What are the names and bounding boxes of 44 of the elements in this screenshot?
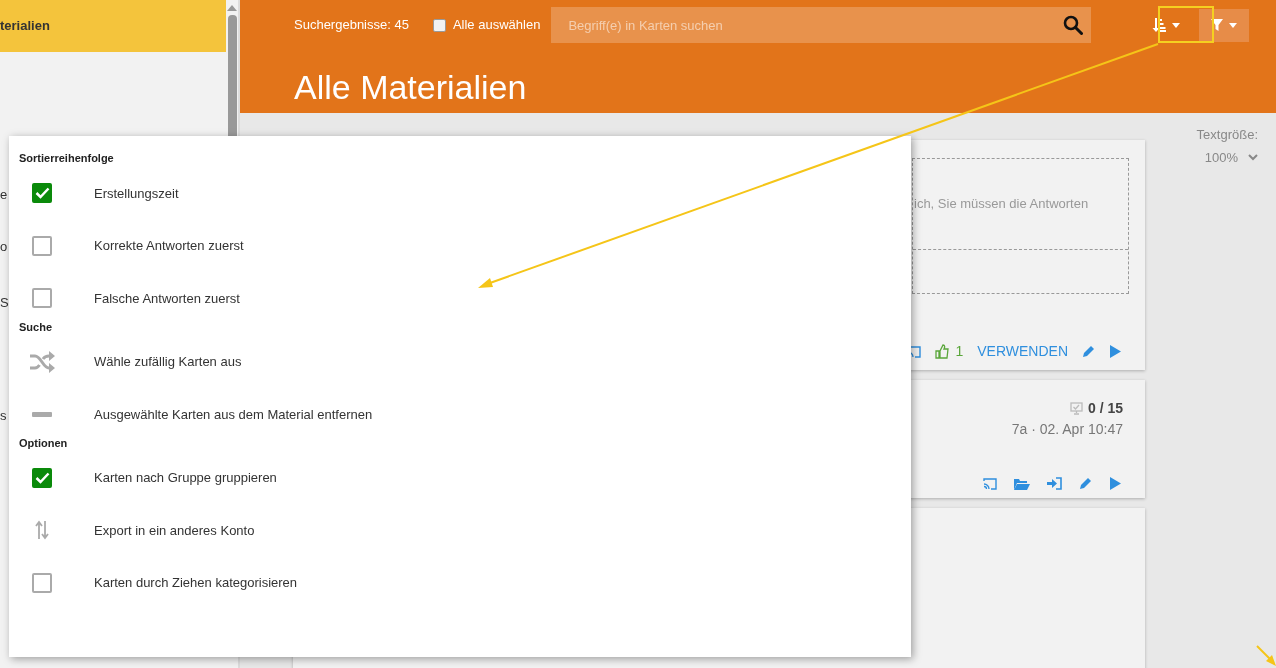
caret-icon — [1229, 22, 1238, 28]
card-meta: 7a · 02. Apr 10:47 — [1011, 420, 1123, 439]
text-size-label: Textgröße: — [1196, 126, 1258, 144]
pencil-icon[interactable] — [1079, 477, 1092, 490]
sidebar-item[interactable]: terialien — [0, 0, 226, 52]
play-icon[interactable] — [1109, 345, 1121, 358]
card-text: ich, Sie müssen die Antworten — [914, 195, 1089, 214]
annotation-arrow — [1256, 645, 1276, 666]
checkbox[interactable] — [32, 183, 52, 204]
chevron-down-icon — [1248, 153, 1258, 161]
menu-section-title: Suche — [18, 319, 53, 335]
checkbox[interactable] — [32, 467, 52, 488]
menu-item[interactable]: Export in ein anderes Konto — [9, 504, 911, 557]
menu-item[interactable]: Korrekte Antworten zuerst — [9, 219, 911, 272]
checkbox[interactable] — [32, 288, 52, 309]
cast-icon[interactable] — [983, 477, 997, 490]
screen-check-icon — [1069, 402, 1083, 415]
checkbox[interactable] — [32, 235, 52, 256]
menu-item[interactable]: Erstellungszeit — [9, 167, 911, 220]
page-title: Alle Materialien — [294, 67, 528, 108]
score-text: 0 / 15 — [1087, 399, 1123, 418]
thumbs-up-icon[interactable] — [935, 344, 950, 359]
search-icon[interactable] — [1063, 15, 1084, 35]
play-icon[interactable] — [1109, 477, 1121, 490]
menu-item[interactable]: Wähle zufällig Karten aus — [9, 335, 911, 388]
up-down-arrows-icon — [35, 520, 49, 541]
menu-section-title: Optionen — [18, 435, 69, 451]
filter-icon — [1211, 19, 1224, 31]
filter-button[interactable] — [1199, 8, 1250, 42]
menu-item[interactable]: Karten durch Ziehen kategorisieren — [9, 556, 911, 609]
pencil-icon[interactable] — [1082, 345, 1095, 358]
menu-section-title: Sortierreihenfolge — [18, 151, 115, 167]
minus-icon — [32, 411, 52, 417]
sort-icon — [1152, 18, 1167, 32]
sign-in-icon[interactable] — [1047, 477, 1062, 490]
scroll-up-icon[interactable] — [227, 4, 237, 11]
checkbox[interactable] — [32, 572, 52, 593]
like-count: 1 — [955, 342, 964, 361]
menu-item[interactable]: Karten nach Gruppe gruppieren — [9, 451, 911, 504]
caret-icon — [1172, 22, 1181, 28]
result-count: Suchergebnisse: 45 — [294, 16, 409, 35]
shuffle-icon — [29, 350, 55, 373]
folder-icon[interactable] — [1014, 477, 1030, 490]
highlight-frame — [1158, 6, 1214, 43]
